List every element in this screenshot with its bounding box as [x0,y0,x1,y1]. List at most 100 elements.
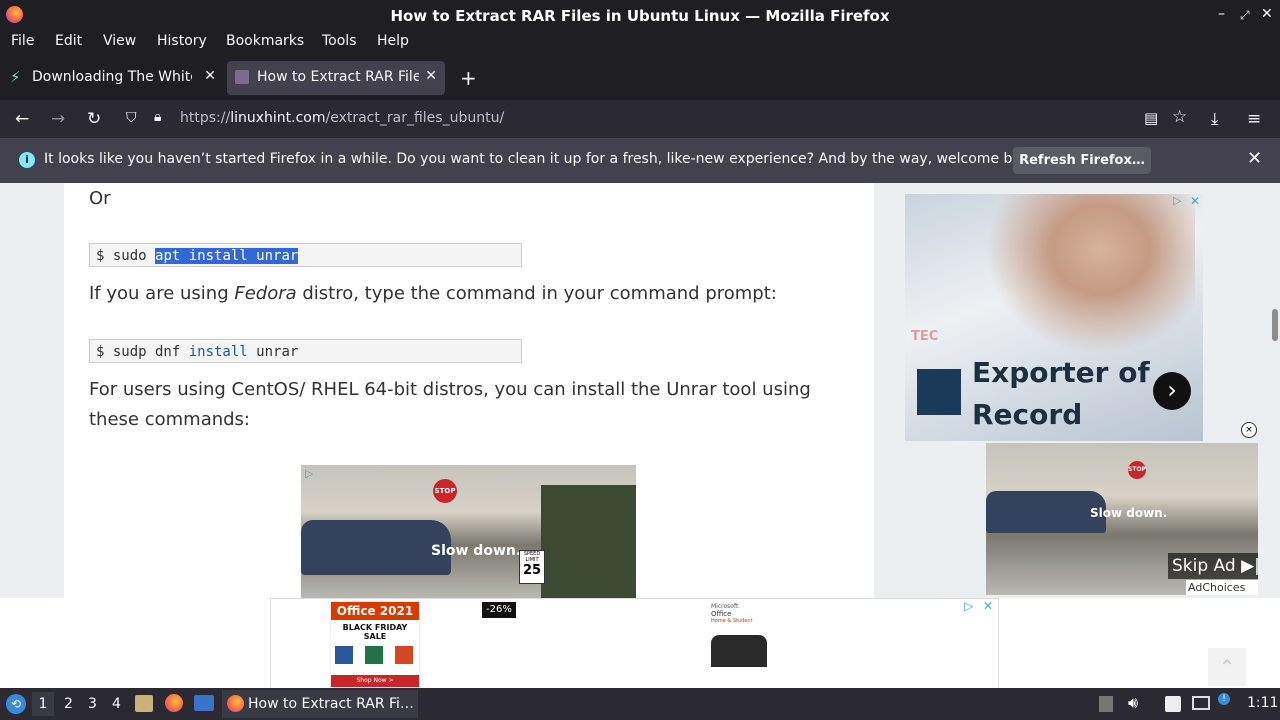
tab-label: How to Extract RAR Files in Ubuntu Linux [257,69,419,85]
reader-view-icon[interactable]: ▤ [1144,109,1158,127]
downloads-icon[interactable]: ⤓ [1211,109,1219,129]
start-menu-icon[interactable]: ⟲ [6,694,26,714]
ad-caption: Slow down. [431,543,522,559]
lock-icon[interactable]: 🔒︎ [154,109,161,125]
office-box: Office 2021 BLACK FRIDAY SALE Shop Now > [330,601,420,688]
stop-sign: STOP [433,479,457,503]
tab-downloading[interactable]: ⚡ Downloading The White Lotus ✕ [2,61,224,95]
menu-bookmarks[interactable]: Bookmarks [226,33,304,49]
office-label: Office [711,610,732,618]
bottom-banner-ad[interactable]: Office 2021 BLACK FRIDAY SALE Shop Now >… [270,598,999,689]
speed-limit-label: SPEED LIMIT [523,551,541,563]
shield-icon[interactable]: ⛉ [126,110,137,126]
tab-close-icon[interactable]: ✕ [425,68,437,84]
chevron-right-icon[interactable]: › [1153,372,1191,410]
discount-badge: -26% [482,602,516,618]
back-icon[interactable]: ← [15,109,29,129]
workspace-4[interactable]: 4 [112,696,121,712]
or-text: Or [89,188,111,209]
notification-bar: i It looks like you haven’t started Fire… [0,138,1280,183]
skip-ad-button[interactable]: Skip Ad ▶| [1168,553,1258,579]
navigation-toolbar: ← → ↻ ⛉ 🔒︎ https://linuxhint.com/extract… [0,100,1280,138]
window-close-icon[interactable]: ✕ [1261,6,1273,22]
taskbar-active-window[interactable]: How to Extract RAR Fi… [222,690,418,718]
bottom-ad-close-icon[interactable]: ✕ [983,599,993,613]
page-scrollbar-thumb[interactable] [1272,309,1278,341]
adchoices-icon[interactable]: ▷ [1173,194,1181,207]
adchoices-icon[interactable]: ▷ [305,467,313,480]
ad-photo-shape [985,194,1195,354]
menu-history[interactable]: History [157,33,207,49]
office-title: Office 2021 [331,602,419,620]
side-ad-exporter[interactable]: TEC Exporter of Record › ▷ ✕ [905,194,1203,441]
notes-icon[interactable] [1165,696,1181,712]
notification-close-icon[interactable]: ✕ [1247,148,1262,169]
centos-paragraph-line2: these commands: [89,409,250,430]
clipboard-icon[interactable] [1099,696,1113,712]
menu-file[interactable]: File [11,33,34,49]
laptop-shape [711,635,767,667]
code-prompt: $ sudo [96,248,156,264]
adchoices-label[interactable]: AdChoices [1186,580,1258,595]
floating-ad-close-icon[interactable]: × [1241,422,1257,438]
reload-icon[interactable]: ↻ [87,109,101,129]
bookmark-star-icon[interactable]: ☆ [1172,107,1187,127]
window-title: How to Extract RAR Files in Ubuntu Linux… [390,7,890,25]
shop-now-button[interactable]: Shop Now > [331,675,419,687]
app-menu-icon[interactable]: ≡ [1247,109,1261,129]
menu-edit[interactable]: Edit [55,33,82,49]
ad-close-icon[interactable]: ✕ [1190,194,1200,208]
workspace-1[interactable]: 1 [32,692,54,716]
minimize-icon[interactable]: – [1218,6,1225,22]
scroll-to-top-icon[interactable]: ⌃ [1208,648,1246,686]
file-manager-icon[interactable] [135,695,153,712]
refresh-firefox-button[interactable]: Refresh Firefox… [1013,147,1151,174]
code-rest: unrar [247,344,299,360]
new-tab-icon[interactable]: + [460,66,477,90]
text: If you are using [89,283,235,304]
forward-icon[interactable]: → [51,109,65,129]
lightning-icon: ⚡ [10,68,21,86]
centos-paragraph-line1: For users using CentOS/ RHEL 64-bit dist… [89,379,811,400]
notification-message: It looks like you haven’t started Firefo… [44,151,1043,167]
workspace-2[interactable]: 2 [64,696,73,712]
product-label: Home & Student [711,618,753,624]
info-icon: i [19,152,35,168]
ad-headline: Exporter of Record [972,352,1150,436]
volume-icon[interactable]: 🔊︎ [1128,693,1138,713]
menu-bar: File Edit View History Bookmarks Tools H… [0,30,1280,56]
menu-view[interactable]: View [103,33,136,49]
ad-headline-line1: Exporter of [972,356,1150,389]
url-domain: linuxhint.com [230,110,326,126]
van-shape [986,491,1106,533]
url-bar[interactable]: ⛉ 🔒︎ https://linuxhint.com/extract_rar_f… [118,104,1187,134]
office-product-box: Microsoft Office Home & Student [707,603,771,687]
menu-tools[interactable]: Tools [322,33,357,49]
code-prompt: $ sudp dnf [96,344,189,360]
inline-video-ad[interactable]: STOP Slow down. SPEED LIMIT 25 ▷ [301,465,636,598]
article: Or $ sudo apt install unrar If you are u… [64,183,874,598]
powerpoint-icon [395,646,413,664]
excel-icon [365,646,383,664]
speed-limit-number: 25 [522,563,542,578]
terminal-icon[interactable] [194,695,214,711]
firefox-launcher-icon[interactable] [165,694,183,712]
url-text[interactable]: https://linuxhint.com/extract_rar_files_… [180,110,504,126]
adchoices-icon[interactable]: ▷ [964,599,973,613]
restore-icon[interactable]: ⤢ [1240,8,1250,23]
code-block-apt: $ sudo apt install unrar [89,243,522,267]
tab-extract-rar[interactable]: How to Extract RAR Files in Ubuntu Linux… [227,61,445,95]
url-scheme: https:// [180,110,231,126]
workspace-3[interactable]: 3 [88,696,97,712]
code-block-dnf: $ sudp dnf install unrar [89,339,522,363]
update-notification-icon[interactable]: ! [1218,693,1230,705]
tec-logo: TEC [911,329,939,344]
tab-close-icon[interactable]: ✕ [204,68,216,84]
display-icon[interactable] [1192,696,1210,710]
bottom-ad-area: Office 2021 BLACK FRIDAY SALE Shop Now >… [0,598,1280,689]
menu-help[interactable]: Help [377,33,409,49]
office-sale: BLACK FRIDAY SALE [342,623,408,641]
floating-video-ad[interactable]: STOP Slow down. Skip Ad ▶| AdChoices [986,443,1258,595]
clock[interactable]: 1:11 [1247,695,1278,711]
code-keyword: install [188,344,248,360]
